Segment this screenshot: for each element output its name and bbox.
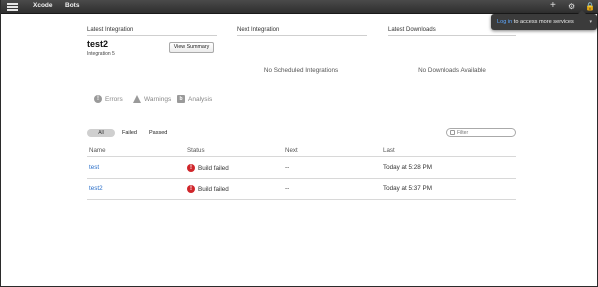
status-text: Build failed: [198, 185, 229, 193]
filter-all-button[interactable]: All: [87, 129, 115, 137]
table-divider: [87, 178, 516, 179]
column-header-next[interactable]: Next: [285, 147, 298, 154]
analysis-icon: b: [177, 95, 185, 103]
errors-label: Errors: [105, 95, 123, 103]
integration-number: Integration 5: [87, 51, 115, 57]
filter-field-icon: [450, 130, 455, 135]
warning-icon: [133, 95, 141, 103]
column-header-status[interactable]: Status: [187, 147, 205, 154]
filter-failed-button[interactable]: Failed: [122, 130, 137, 136]
filter-search-field[interactable]: [446, 128, 516, 137]
error-icon: !: [94, 95, 102, 103]
no-downloads-message: No Downloads Available: [418, 67, 486, 74]
plus-icon[interactable]: +: [550, 1, 556, 11]
column-header-last[interactable]: Last: [383, 147, 395, 154]
errors-tab[interactable]: ! Errors: [94, 95, 123, 103]
latest-integration-header: Latest Integration: [87, 27, 217, 36]
nav-bots-link[interactable]: Bots: [65, 2, 79, 9]
latest-downloads-header: Latest Downloads: [388, 27, 516, 36]
last-cell: Today at 5:28 PM: [383, 164, 433, 171]
chevron-down-icon[interactable]: ▾: [589, 19, 592, 25]
last-cell: Today at 5:37 PM: [383, 185, 433, 192]
error-icon: !: [187, 185, 195, 193]
next-cell: --: [285, 164, 290, 171]
login-link[interactable]: Log in: [497, 19, 512, 25]
gear-icon[interactable]: ⚙: [568, 2, 575, 12]
analysis-label: Analysis: [188, 95, 213, 103]
top-toolbar: Xcode Bots + ⚙ 🔒: [1, 0, 598, 14]
status-cell: ! Build failed: [187, 164, 229, 172]
hamburger-menu-icon[interactable]: [7, 3, 18, 11]
no-scheduled-message: No Scheduled Integrations: [263, 67, 339, 74]
warnings-tab[interactable]: Warnings: [133, 95, 171, 103]
lock-icon[interactable]: 🔒: [585, 2, 595, 12]
analysis-tab[interactable]: b Analysis: [177, 95, 212, 103]
view-summary-button[interactable]: View Summary: [169, 42, 214, 53]
next-integration-header: Next Integration: [237, 27, 367, 36]
filter-passed-button[interactable]: Passed: [149, 130, 167, 136]
filter-input[interactable]: [457, 129, 513, 136]
bot-name-link[interactable]: test: [89, 164, 99, 171]
table-divider: [87, 199, 516, 200]
table-divider: [87, 156, 516, 157]
error-icon: !: [187, 164, 195, 172]
bot-name: test2: [87, 39, 109, 49]
warnings-label: Warnings: [144, 95, 172, 103]
bot-name-link[interactable]: test2: [89, 185, 103, 192]
login-message: to access more services: [512, 19, 574, 25]
status-cell: ! Build failed: [187, 185, 229, 193]
status-text: Build failed: [198, 164, 229, 172]
nav-xcode-link[interactable]: Xcode: [33, 2, 53, 9]
column-header-name[interactable]: Name: [89, 147, 106, 154]
next-cell: --: [285, 185, 290, 192]
